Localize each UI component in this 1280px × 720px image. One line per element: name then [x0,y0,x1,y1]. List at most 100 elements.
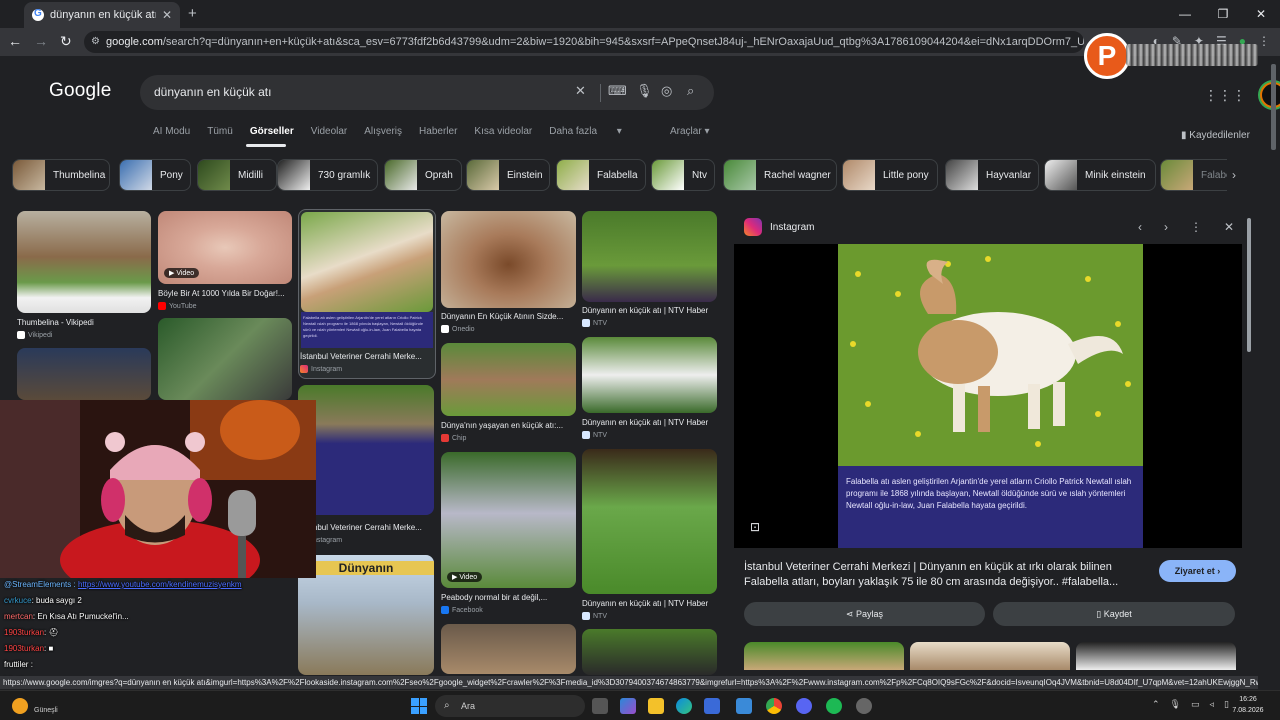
google-lens-icon[interactable]: ⊡ [750,520,760,534]
next-icon[interactable]: › [1164,220,1168,234]
result-image-brown-foal[interactable] [441,211,576,308]
result-caption[interactable]: Peabody normal bir at değil,... [441,593,576,602]
tab-videos[interactable]: Videolar [311,126,348,140]
browser-tab[interactable]: dünyanın en küçük atı - Google ✕ [24,2,180,28]
tab-all[interactable]: Tümü [207,126,233,140]
result-caption[interactable]: Dünyanın en küçük atı | NTV Haber [582,599,717,608]
search-input[interactable]: dünyanın en küçük atı [154,85,271,99]
chip-hayvanlar[interactable]: Hayvanlar [945,159,1039,191]
page-scrollbar[interactable] [1271,64,1276,150]
result-image-pony-grass[interactable] [441,343,576,416]
result-image-foal-in-hands[interactable]: ▶ Video [158,211,292,284]
result-caption[interactable]: Dünya'nın yaşayan en küçük atı:... [441,421,576,430]
site-info-icon[interactable]: ⚙ [91,31,100,53]
result-caption[interactable]: Böyle Bir At 1000 Yılda Bir Doğar!... [158,289,292,298]
copilot-icon[interactable] [620,698,636,714]
chip-730-gramlik[interactable]: 730 gramlık [277,159,378,191]
chrome-icon[interactable] [766,698,782,714]
tab-images[interactable]: Görseller [250,126,294,140]
saved-button[interactable]: ▮ Kaydedilenler [1181,130,1250,141]
close-window-icon[interactable]: ✕ [1242,0,1280,28]
volume-icon[interactable]: ◃ [1210,699,1215,710]
result-caption[interactable]: İstanbul Veteriner Cerrahi Merke... [300,352,434,361]
chip-falabella-2[interactable]: Falabe [1160,159,1227,191]
more-options-icon[interactable]: ⋮ [1190,220,1202,234]
panel-title-link[interactable]: İstanbul Veteriner Cerrahi Merkezi | Dün… [744,560,1154,590]
chips-next-icon[interactable]: › [1232,168,1236,182]
back-icon[interactable]: ← [8,33,22,50]
related-image[interactable] [744,642,904,670]
tab-more[interactable]: Daha fazla ▾ [549,126,622,140]
panel-scrollbar[interactable] [1247,218,1251,352]
clock[interactable]: 16:26 7.08.2026 [1228,694,1268,716]
task-view-icon[interactable] [592,698,608,714]
forward-icon[interactable]: → [34,33,48,50]
chip-minik-einstein[interactable]: Minik einstein [1044,159,1156,191]
preview-image-area[interactable]: Falabella atı aslen geliştirilen Arjanti… [734,244,1242,548]
tab-short-videos[interactable]: Kısa videolar [474,126,532,140]
weather-label[interactable]: Güneşli [34,707,58,714]
apps-grid-icon[interactable]: ⋮⋮⋮ [1204,87,1246,104]
menu-icon[interactable]: ⋮ [1258,34,1270,48]
result-image[interactable] [17,348,151,400]
result-caption[interactable]: Dünyanın en küçük atı | NTV Haber [582,418,717,427]
google-logo[interactable]: Google [49,80,111,102]
related-image[interactable] [1076,642,1236,670]
chip-einstein[interactable]: Einstein [466,159,550,191]
result-image[interactable] [582,629,717,675]
previous-icon[interactable]: ‹ [1138,220,1142,234]
minimize-icon[interactable]: — [1166,0,1204,28]
result-caption[interactable]: Thumbelina - Vikipedi [17,318,151,327]
chip-midilli[interactable]: Midilli [197,159,277,191]
chip-falabella[interactable]: Falabella [556,159,646,191]
edge-icon[interactable] [676,698,692,714]
taskbar-search[interactable]: ⌕ Ara [435,695,585,717]
result-image-thumbelina[interactable] [17,211,151,313]
result-caption[interactable]: Dünyanın En Küçük Atının Sizde... [441,312,576,321]
microphone-icon[interactable]: 🎙 [636,83,653,99]
chip-little-pony[interactable]: Little pony [842,159,938,191]
result-image-ponies[interactable] [298,385,434,515]
maximize-icon[interactable]: ❐ [1204,0,1242,28]
chip-ntv[interactable]: Ntv [651,159,715,191]
result-image-boy-foal[interactable] [582,211,717,302]
result-caption[interactable]: Dünyanın en küçük atı | NTV Haber [582,306,717,315]
obs-icon[interactable] [856,698,872,714]
account-avatar[interactable] [1260,82,1280,108]
clear-icon[interactable]: ✕ [575,83,586,99]
save-button[interactable]: ▯ Kaydet [993,602,1235,626]
chevron-up-icon[interactable]: ⌃ [1152,699,1160,710]
keyboard-icon[interactable]: ⌨ [608,83,627,99]
new-tab-button[interactable]: + [188,5,197,22]
related-image[interactable] [910,642,1070,670]
result-image[interactable] [441,624,576,674]
tab-ai-mode[interactable]: AI Modu [153,126,190,140]
reload-icon[interactable]: ↻ [60,33,72,50]
network-icon[interactable]: ▭ [1191,699,1200,710]
panel-source[interactable]: Instagram [744,218,814,236]
result-caption[interactable]: İstanbul Veteriner Cerrahi Merke... [300,523,434,532]
result-image-small-foal[interactable]: ▶ Video [441,452,576,588]
chip-rachel-wagner[interactable]: Rachel wagner [723,159,837,191]
discord-icon[interactable] [796,698,812,714]
chip-thumbelina[interactable]: Thumbelina [12,159,110,191]
mail-icon[interactable] [736,698,752,714]
microphone-icon[interactable]: 🎙 [1170,699,1181,710]
weather-icon[interactable] [12,698,28,714]
chip-oprah[interactable]: Oprah [384,159,462,191]
file-explorer-icon[interactable] [648,698,664,714]
start-button-icon[interactable] [411,698,427,714]
result-image[interactable] [158,318,292,400]
result-image-spotted-foal[interactable] [582,337,717,413]
result-image-woman-foal[interactable] [582,449,717,594]
tab-shopping[interactable]: Alışveriş [364,126,402,140]
search-icon[interactable]: ⌕ [687,83,694,99]
store-icon[interactable] [704,698,720,714]
close-tab-icon[interactable]: ✕ [162,8,172,22]
tools-button[interactable]: Araçlar ▾ [670,126,710,137]
visit-button[interactable]: Ziyaret et › [1159,560,1236,582]
chip-pony[interactable]: Pony [119,159,191,191]
tab-news[interactable]: Haberler [419,126,457,140]
lens-icon[interactable]: ◎ [661,83,672,99]
spotify-icon[interactable] [826,698,842,714]
